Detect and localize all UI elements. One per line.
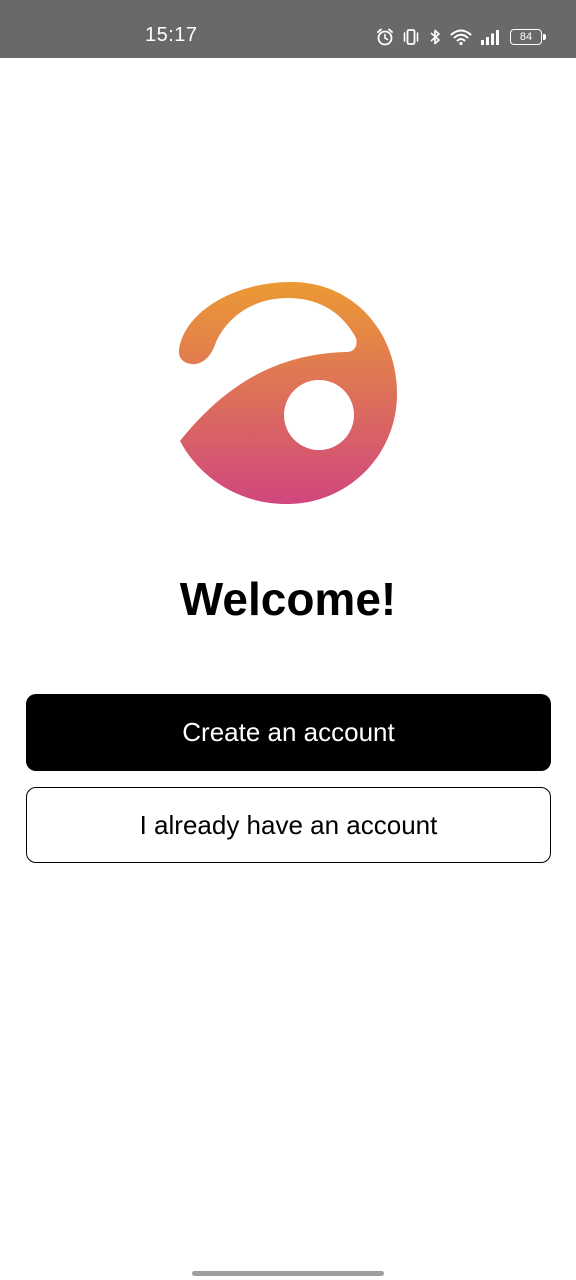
app-logo-mark <box>178 282 397 504</box>
welcome-title: Welcome! <box>179 573 397 625</box>
status-icons: 84 <box>376 26 546 48</box>
alarm-icon <box>376 28 394 46</box>
vibrate-icon <box>402 28 420 46</box>
home-indicator[interactable] <box>192 1271 384 1276</box>
signal-icon <box>480 28 502 46</box>
wifi-icon <box>450 28 472 46</box>
battery-icon: 84 <box>510 29 546 45</box>
status-bar: 15:17 84 <box>0 0 576 58</box>
create-account-button[interactable]: Create an account <box>26 694 551 771</box>
status-time: 15:17 <box>145 24 198 46</box>
bluetooth-icon <box>428 28 442 46</box>
login-button[interactable]: I already have an account <box>26 787 551 863</box>
login-label: I already have an account <box>139 809 438 840</box>
create-account-label: Create an account <box>182 717 395 747</box>
app-logo <box>176 280 400 506</box>
battery-level: 84 <box>519 31 533 43</box>
